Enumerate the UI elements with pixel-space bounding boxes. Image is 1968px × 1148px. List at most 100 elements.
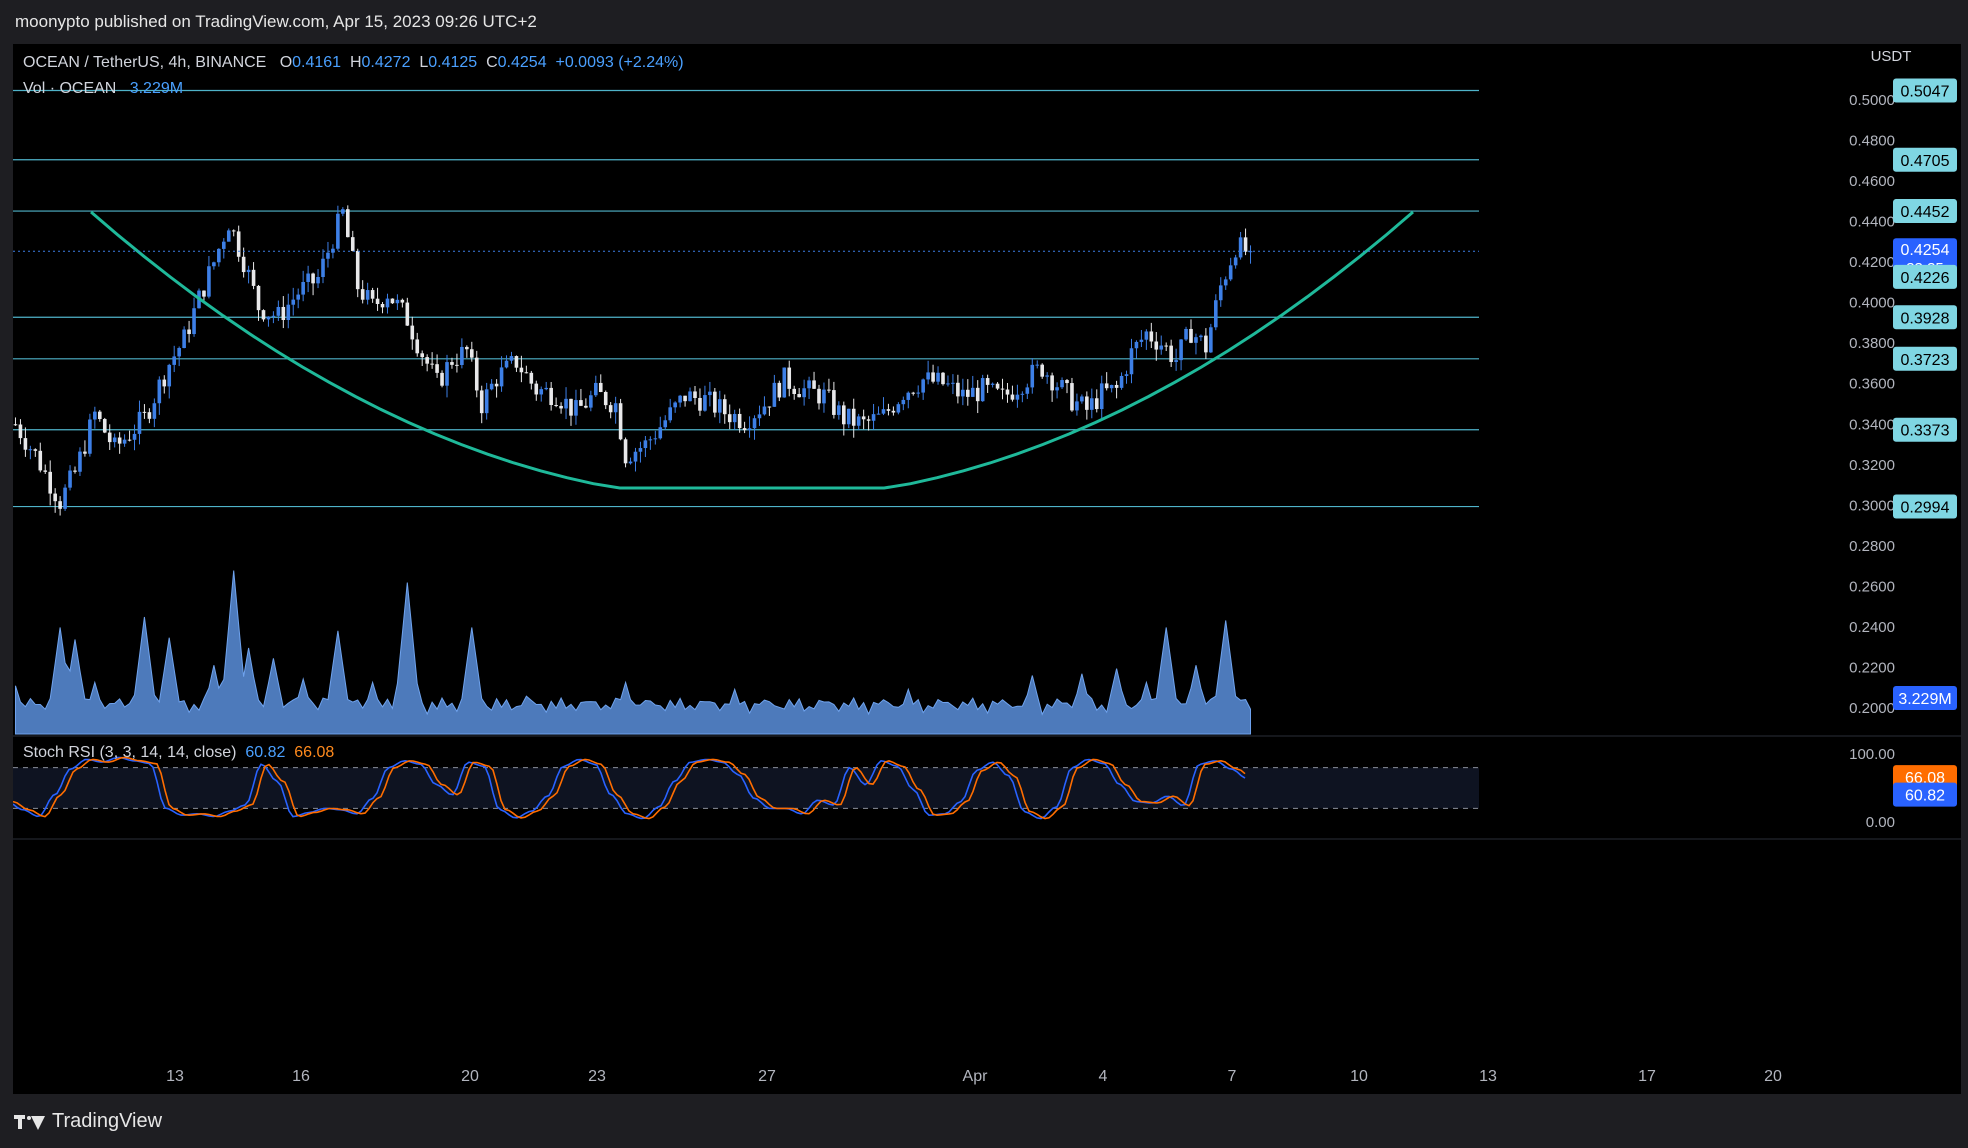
candle-body <box>291 299 296 305</box>
y-tick-label: 0.4000 <box>1849 295 1895 312</box>
candle-body <box>152 403 157 419</box>
candle-body <box>430 363 434 365</box>
candle-body <box>921 379 925 393</box>
candle-body <box>365 290 370 300</box>
candle-body <box>375 298 380 305</box>
candle-body <box>1233 257 1238 266</box>
candle-body <box>837 405 841 415</box>
candle-body <box>980 378 985 402</box>
candle-body <box>846 408 851 425</box>
candle-body <box>1139 339 1144 342</box>
candle-body <box>802 388 806 398</box>
candle-body <box>236 231 241 257</box>
candle-body <box>48 471 52 494</box>
candle-body <box>494 383 499 387</box>
candle-body <box>554 405 558 407</box>
symbol-label[interactable]: OCEAN / TetherUS, 4h, BINANCE <box>23 54 266 71</box>
candle-body <box>608 405 613 413</box>
candle-body <box>817 388 821 404</box>
candle-body <box>1050 375 1054 391</box>
candle-body <box>564 398 568 409</box>
candle-body <box>420 353 424 358</box>
stoch-k-label: 60.82 <box>1905 788 1945 805</box>
candle-body <box>246 269 251 273</box>
candle-body <box>1164 345 1168 347</box>
candle-body <box>341 209 345 214</box>
candle-body <box>33 449 38 451</box>
candle-body <box>425 357 429 364</box>
candle-body <box>88 419 92 454</box>
top-bar: moonypto published on TradingView.com, A… <box>0 0 1968 44</box>
candle-body <box>18 424 23 439</box>
candle-body <box>876 413 881 415</box>
candle-body <box>336 213 340 249</box>
candle-body <box>812 380 816 389</box>
candle-body <box>28 449 33 451</box>
candle-body <box>1159 345 1164 350</box>
candle-body <box>93 411 97 420</box>
candle-body <box>1154 341 1159 350</box>
brand-name: TradingView <box>52 1110 163 1132</box>
candle-body <box>1228 265 1233 280</box>
candle-body <box>772 382 777 407</box>
candle-body <box>445 362 449 386</box>
level-label: 0.2994 <box>1901 500 1950 517</box>
candle-body <box>603 391 608 406</box>
candle-body <box>1065 380 1069 384</box>
candle-body <box>693 391 697 398</box>
candle-body <box>1055 387 1059 391</box>
candle-body <box>1005 389 1010 395</box>
stoch-label[interactable]: Stoch RSI (3, 3, 14, 14, close) <box>23 744 236 761</box>
candle-body <box>722 399 727 415</box>
candle-body <box>1174 360 1178 362</box>
candle-body <box>985 378 990 385</box>
stoch-k-value: 60.82 <box>245 744 286 761</box>
candle-body <box>405 302 410 326</box>
candle-body <box>360 289 365 300</box>
candle-body <box>410 325 415 340</box>
candle-body <box>187 329 191 335</box>
candle-body <box>559 405 563 409</box>
candle-body <box>43 470 48 472</box>
candle-body <box>534 383 539 395</box>
candle-body <box>688 391 692 402</box>
candle-body <box>613 403 618 413</box>
candle-body <box>1199 335 1203 338</box>
stoch-legend: Stoch RSI (3, 3, 14, 14, close) 60.82 66… <box>23 744 334 762</box>
candle-body <box>871 414 876 421</box>
candle-body <box>911 392 916 394</box>
candle-body <box>281 306 286 321</box>
candle-body <box>1149 331 1154 342</box>
candle-body <box>584 405 588 408</box>
candle-body <box>653 438 658 440</box>
candle-body <box>995 383 1000 389</box>
candle-body <box>891 410 896 413</box>
candle-body <box>807 380 811 389</box>
x-tick-label: 23 <box>588 1068 606 1085</box>
price-axis-currency: USDT <box>1871 48 1912 65</box>
chart-area[interactable]: USDT 0.5000 0.4800 0.4600 0.4400 0.4200 0.4000… <box>13 44 1961 1094</box>
candle-body <box>1060 380 1064 388</box>
x-tick-label: 13 <box>166 1068 184 1085</box>
candle-body <box>787 367 792 389</box>
candle-body <box>767 406 772 408</box>
candle-body <box>390 298 395 304</box>
chart-svg[interactable]: USDT 0.5000 0.4800 0.4600 0.4400 0.4200 0.4000… <box>13 44 1961 1094</box>
candle-body <box>1099 383 1104 410</box>
brand[interactable]: TradingView <box>14 1110 162 1133</box>
candle-body <box>1040 364 1044 377</box>
candle-body <box>147 412 152 419</box>
change-value: +0.0093 (+2.24%) <box>555 54 684 71</box>
candle-body <box>301 281 305 295</box>
candle-body <box>355 250 360 290</box>
y-tick-label: 0.2400 <box>1849 619 1895 636</box>
candle-body <box>68 470 72 488</box>
candle-body <box>276 306 281 316</box>
candle-body <box>1119 375 1124 388</box>
price-legend: OCEAN / TetherUS, 4h, BINANCE O0.4161 H0… <box>23 54 684 72</box>
candle-body <box>172 356 176 365</box>
candle-body <box>1189 328 1193 343</box>
volume-label[interactable]: Vol · OCEAN <box>23 80 116 97</box>
candle-body <box>479 390 484 414</box>
candle-body <box>1134 341 1139 349</box>
